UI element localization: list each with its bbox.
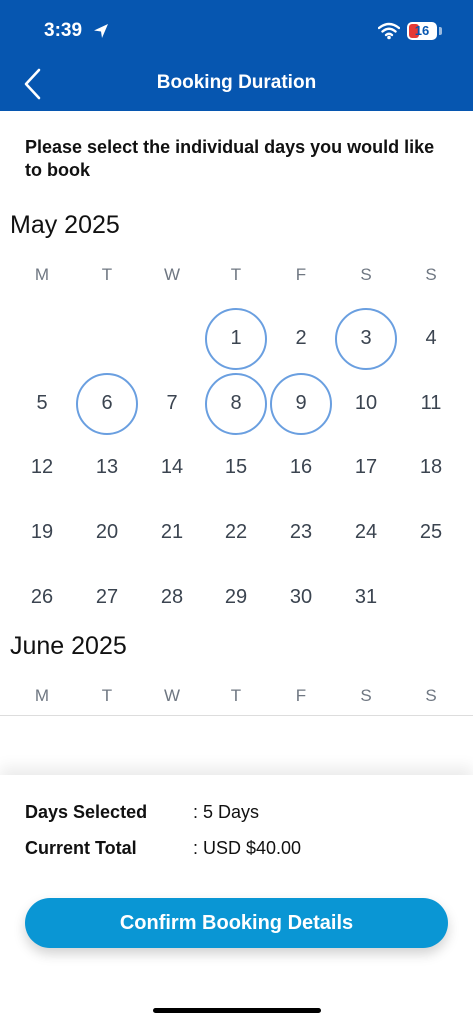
weekday-june-6: S	[425, 686, 437, 705]
calendar-day[interactable]: 2	[281, 327, 321, 350]
battery-level: 16	[414, 23, 430, 38]
calendar-day[interactable]: 4	[411, 327, 451, 350]
calendar-day[interactable]: 25	[411, 521, 451, 544]
calendar-day[interactable]: 18	[411, 456, 451, 479]
days-selected-value: : 5 Days	[193, 802, 260, 822]
calendar-day[interactable]: 5	[22, 392, 62, 415]
calendar-day[interactable]: 22	[216, 521, 256, 544]
wifi-icon	[378, 22, 400, 40]
weekday-may-4: F	[295, 265, 307, 284]
calendar-day[interactable]: 10	[346, 392, 386, 415]
weekday-may-2: W	[163, 265, 181, 284]
battery-icon: 16	[407, 22, 437, 40]
calendar-day[interactable]: 17	[346, 456, 386, 479]
current-total-label: Current Total	[25, 838, 137, 858]
status-time: 3:39	[44, 20, 83, 41]
month-title-may: May 2025	[10, 211, 120, 239]
weekday-june-3: T	[230, 686, 242, 705]
navigation-bar: Booking Duration	[0, 56, 473, 111]
page-title: Booking Duration	[156, 72, 317, 93]
weekday-june-1: T	[101, 686, 113, 705]
weekday-june-0: M	[34, 686, 50, 705]
calendar-day[interactable]: 30	[281, 586, 321, 609]
days-selected-label: Days Selected	[25, 802, 148, 822]
weekday-june-5: S	[360, 686, 372, 705]
calendar-day[interactable]: 23	[281, 521, 321, 544]
calendar-day[interactable]: 26	[22, 586, 62, 609]
calendar-day[interactable]: 15	[216, 456, 256, 479]
status-bar: 3:39 16	[0, 0, 473, 56]
calendar-day-selected[interactable]: 9	[281, 392, 321, 415]
weekday-may-1: T	[101, 265, 113, 284]
weekday-june-2: W	[163, 686, 181, 705]
instruction-text: Please select the individual days you wo…	[25, 137, 435, 180]
calendar-day-selected[interactable]: 6	[87, 392, 127, 415]
calendar-day[interactable]: 16	[281, 456, 321, 479]
month-title-june: June 2025	[10, 632, 127, 660]
calendar-day-selected[interactable]: 8	[216, 392, 256, 415]
confirm-booking-button[interactable]: Confirm Booking Details	[25, 898, 448, 948]
calendar-day[interactable]: 12	[22, 456, 62, 479]
calendar-day-selected[interactable]: 3	[346, 327, 386, 350]
home-indicator	[153, 1008, 321, 1013]
calendar-day[interactable]: 7	[152, 392, 192, 415]
calendar-day[interactable]: 14	[152, 456, 192, 479]
calendar-day[interactable]: 20	[87, 521, 127, 544]
calendar-day[interactable]: 24	[346, 521, 386, 544]
weekday-may-3: T	[230, 265, 242, 284]
calendar-day[interactable]: 19	[22, 521, 62, 544]
weekday-may-6: S	[425, 265, 437, 284]
calendar-day-selected[interactable]: 1	[216, 327, 256, 350]
calendar-day[interactable]: 13	[87, 456, 127, 479]
weekday-june-4: F	[295, 686, 307, 705]
calendar-day[interactable]: 27	[87, 586, 127, 609]
calendar-day[interactable]: 31	[346, 586, 386, 609]
calendar-day[interactable]: 29	[216, 586, 256, 609]
calendar-day[interactable]: 11	[411, 392, 451, 415]
divider	[0, 715, 473, 716]
calendar-day[interactable]: 28	[152, 586, 192, 609]
current-total-value: : USD $40.00	[193, 838, 302, 858]
calendar-day[interactable]: 21	[152, 521, 192, 544]
location-arrow-icon	[94, 24, 108, 38]
weekday-may-0: M	[34, 265, 50, 284]
weekday-may-5: S	[360, 265, 372, 284]
